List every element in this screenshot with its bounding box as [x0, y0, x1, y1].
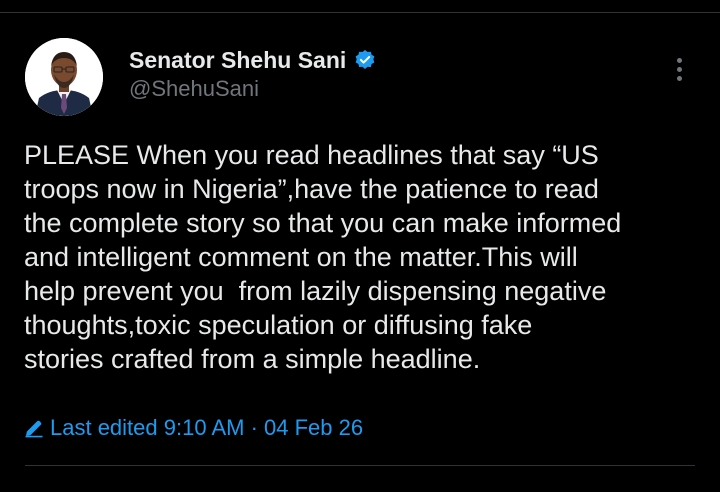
tweet-text-line: stories crafted from a simple headline. — [24, 344, 481, 374]
name-row: Senator Shehu Sani — [129, 45, 376, 75]
pencil-icon — [24, 418, 44, 438]
profile-photo-icon — [25, 38, 103, 116]
tweet-text-line: thoughts,toxic speculation or diffusing … — [24, 310, 533, 340]
tweet-text-line: help prevent you from lazily dispensing … — [24, 276, 607, 306]
tweet-text: PLEASE When you read headlines that say … — [24, 138, 704, 376]
avatar[interactable] — [25, 38, 103, 116]
more-vertical-icon — [676, 57, 682, 63]
display-name[interactable]: Senator Shehu Sani — [129, 47, 346, 74]
more-vertical-icon-dot — [676, 66, 682, 72]
more-options-button[interactable] — [664, 52, 694, 86]
author-handle[interactable]: @ShehuSani — [129, 76, 259, 102]
tweet-text-line: troops now in Nigeria”,have the patience… — [24, 174, 599, 204]
tweet-text-line: PLEASE When you read headlines that say … — [24, 140, 599, 170]
tweet-text-line: and intelligent comment on the matter.Th… — [24, 242, 578, 272]
more-vertical-icon-dot — [676, 75, 682, 81]
last-edited-label: Last edited 9:10 AM · 04 Feb 26 — [50, 415, 364, 440]
bottom-divider — [25, 465, 695, 466]
verified-badge-icon — [354, 49, 376, 71]
tweet-text-line: the complete story so that you can make … — [24, 208, 622, 238]
last-edited-link[interactable]: Last edited 9:10 AM · 04 Feb 26 — [24, 413, 363, 443]
top-divider — [0, 12, 720, 13]
